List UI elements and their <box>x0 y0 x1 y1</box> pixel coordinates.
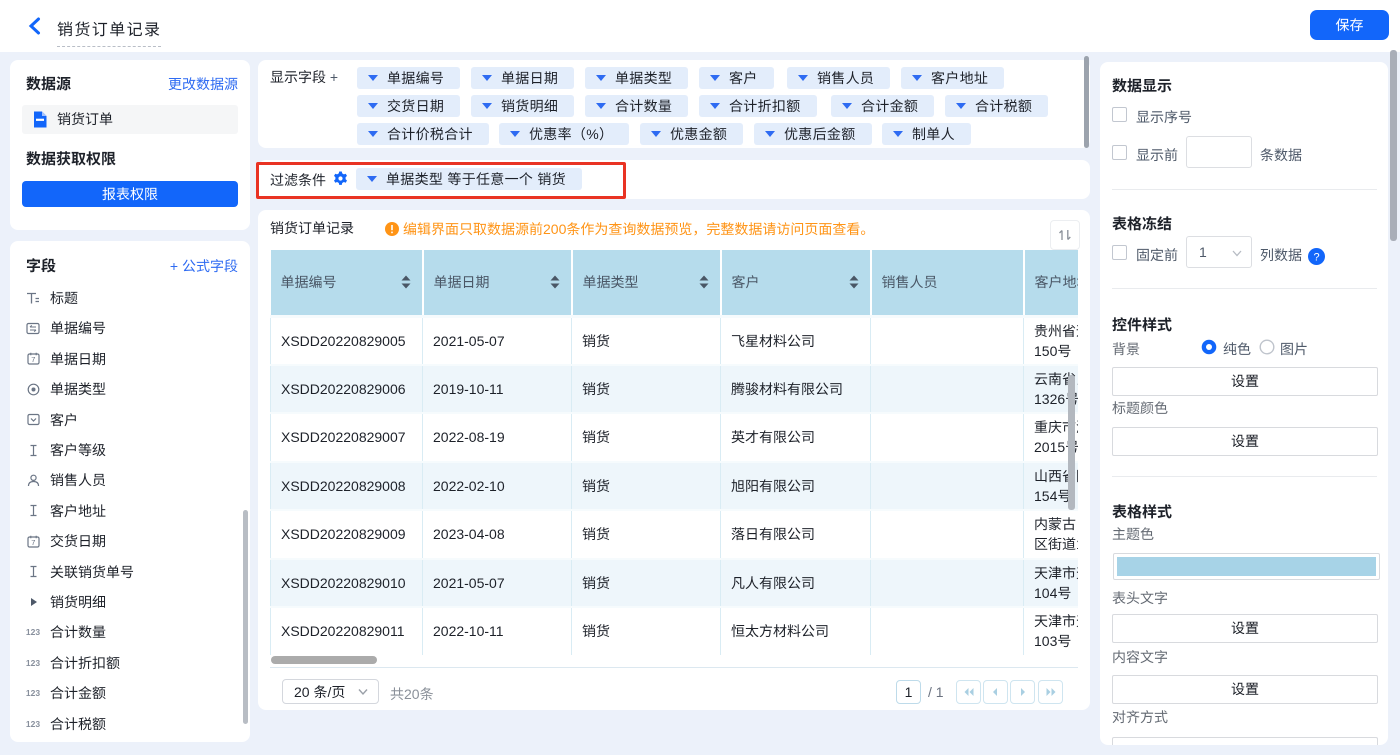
svg-text:?: ? <box>1314 252 1320 264</box>
svg-text:7: 7 <box>31 355 35 364</box>
svg-text:7: 7 <box>31 538 35 547</box>
